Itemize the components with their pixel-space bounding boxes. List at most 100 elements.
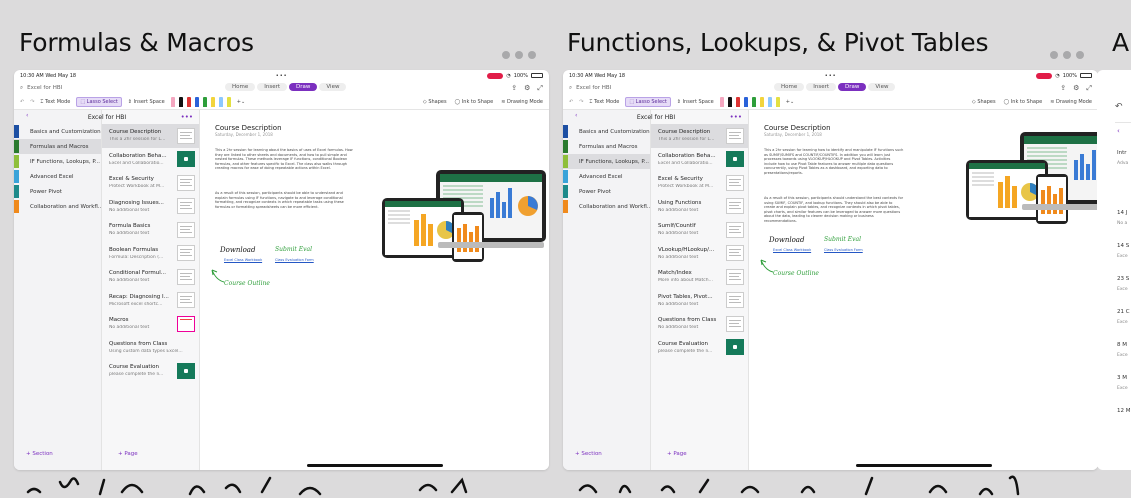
home-indicator[interactable] (306, 464, 443, 467)
pen-icon[interactable] (743, 97, 748, 107)
pen-icon[interactable] (194, 97, 199, 107)
search-icon[interactable]: ⌕ (569, 85, 572, 92)
eraser-icon[interactable] (170, 97, 175, 107)
highlighter-icon[interactable] (210, 97, 215, 107)
page-item[interactable]: Match/Index More info about Match... (651, 265, 748, 289)
pen-icon[interactable] (178, 97, 183, 107)
add-page-button[interactable]: + Page (118, 451, 138, 457)
lasso-select-button[interactable]: ⬚ Lasso Select (625, 97, 671, 107)
page-item[interactable]: Course Evaluation please complete the li.… (651, 336, 748, 360)
tab-draw[interactable]: Draw (289, 83, 318, 91)
pen-icon[interactable] (186, 97, 191, 107)
more-icon[interactable]: ••• (181, 113, 193, 121)
highlighter-icon[interactable] (775, 97, 780, 107)
settings-icon[interactable]: ⚙ (1073, 84, 1079, 93)
section-item[interactable]: IF Functions, Lookups, P... (563, 154, 650, 169)
redo-icon[interactable]: ↷ (30, 99, 34, 105)
multitask-dots-icon[interactable]: ••• (825, 73, 837, 79)
page-item[interactable]: Course Evaluation please complete the li.… (102, 359, 199, 383)
page-item[interactable]: SumIf/CountIf No additional text (651, 218, 748, 242)
lasso-select-button[interactable]: ⬚ Lasso Select (76, 97, 122, 107)
shapes-button[interactable]: ◇ Shapes (423, 99, 447, 105)
add-page-button[interactable]: + Page (667, 451, 687, 457)
eraser-icon[interactable] (719, 97, 724, 107)
page-item[interactable]: VLookup/HLookup/... No additional text (651, 242, 748, 266)
section-item[interactable]: Collaboration and Workfl... (563, 199, 650, 214)
tab-draw[interactable]: Draw (838, 83, 867, 91)
evaluation-link[interactable]: Class Evaluation Form (275, 258, 314, 262)
add-section-button[interactable]: + Section (26, 451, 53, 457)
search-field[interactable]: Excel for HBI (27, 85, 62, 91)
page-item[interactable]: Excel & Security Protect Workbook at M... (102, 171, 199, 195)
page-item[interactable]: Course Description This a 2hr session for… (102, 124, 199, 148)
page-item[interactable]: Collaboration Beha... Excel and Collabora… (102, 148, 199, 172)
page-item[interactable]: Collaboration Beha... Excel and Collabora… (651, 148, 748, 172)
add-pen-icon[interactable]: +⌄ (786, 99, 794, 105)
tab-insert[interactable]: Insert (806, 83, 837, 91)
share-icon[interactable]: ⇪ (1060, 84, 1066, 93)
page-item[interactable]: Course Description This a 2hr session for… (651, 124, 748, 148)
text-mode-button[interactable]: ⌶ Text Mode (589, 99, 619, 105)
highlighter-icon[interactable] (759, 97, 764, 107)
page-item[interactable]: Macros No additional text (102, 312, 199, 336)
app-window-card[interactable]: 10:30 AM Wed May 18 ••• ◔ 100% ⌕ Excel for HB… (14, 70, 549, 470)
page-item[interactable]: Boolean Formulas Formula: Description (..… (102, 242, 199, 266)
share-icon[interactable]: ⇪ (511, 84, 517, 93)
insert-space-button[interactable]: ⇕ Insert Space (677, 99, 714, 105)
section-item[interactable]: Advanced Excel (563, 169, 650, 184)
page-item[interactable]: Formula Basics No additional text (102, 218, 199, 242)
section-item[interactable]: Power Pivot (14, 184, 101, 199)
app-window-card-peek[interactable]: ↶ ‹ Intr Adva 14 J No a 14 S Exce 23 S Exce 21 C… (1097, 70, 1131, 470)
section-item[interactable]: Basics and Customization (563, 124, 650, 139)
home-indicator[interactable] (855, 464, 992, 467)
evaluation-link[interactable]: Class Evaluation Form (824, 248, 863, 252)
pen-icon[interactable] (735, 97, 740, 107)
note-canvas[interactable]: Course Description Saturday, December 1, … (200, 110, 549, 470)
section-item[interactable]: Advanced Excel (14, 169, 101, 184)
page-item[interactable]: Pivot Tables, Pivot... No additional text (651, 289, 748, 313)
search-icon[interactable]: ⌕ (20, 85, 23, 92)
redo-icon[interactable]: ↷ (579, 99, 583, 105)
expand-icon[interactable]: ⤢ (1086, 84, 1092, 93)
ink-to-shape-button[interactable]: ◯ Ink to Shape (455, 99, 494, 105)
expand-icon[interactable]: ⤢ (537, 84, 543, 93)
undo-icon[interactable]: ↶ (569, 99, 573, 105)
app-window-card[interactable]: 10:30 AM Wed May 18 ••• ◔ 100% ⌕ Excel for HB… (563, 70, 1098, 470)
pen-icon[interactable] (751, 97, 756, 107)
drawing-mode-button[interactable]: ≋ Drawing Mode (501, 99, 543, 105)
tab-home[interactable]: Home (774, 83, 805, 91)
tab-view[interactable]: View (868, 83, 896, 91)
more-icon[interactable]: ••• (730, 113, 742, 121)
page-item[interactable]: Conditional Formul... No additional text (102, 265, 199, 289)
text-mode-button[interactable]: ⌶ Text Mode (40, 99, 70, 105)
insert-space-button[interactable]: ⇕ Insert Space (128, 99, 165, 105)
workbook-link[interactable]: Excel Class Workbook (224, 258, 262, 262)
section-item[interactable]: IF Functions, Lookups, P... (14, 154, 101, 169)
workbook-link[interactable]: Excel Class Workbook (773, 248, 811, 252)
card-more-icon[interactable] (502, 51, 536, 59)
section-item[interactable]: Formulas and Macros (14, 139, 101, 154)
highlighter-icon[interactable] (218, 97, 223, 107)
search-field[interactable]: Excel for HBI (576, 85, 611, 91)
section-item[interactable]: Collaboration and Workfl... (14, 199, 101, 214)
settings-icon[interactable]: ⚙ (524, 84, 530, 93)
note-canvas[interactable]: Course Description Saturday, December 1, … (749, 110, 1098, 470)
multitask-dots-icon[interactable]: ••• (276, 73, 288, 79)
pen-icon[interactable] (202, 97, 207, 107)
tab-insert[interactable]: Insert (257, 83, 288, 91)
drawing-mode-button[interactable]: ≋ Drawing Mode (1050, 99, 1092, 105)
card-more-icon[interactable] (1050, 51, 1084, 59)
section-item[interactable]: Power Pivot (563, 184, 650, 199)
highlighter-icon[interactable] (767, 97, 772, 107)
page-item[interactable]: Excel & Security Protect Workbook at M... (651, 171, 748, 195)
tab-home[interactable]: Home (225, 83, 256, 91)
page-item[interactable]: Questions from Class No additional text (651, 312, 748, 336)
page-item[interactable]: Recap: Diagnosing I... Microsoft excel sh… (102, 289, 199, 313)
ink-to-shape-button[interactable]: ◯ Ink to Shape (1004, 99, 1043, 105)
highlighter-icon[interactable] (226, 97, 231, 107)
page-item[interactable]: Questions from Class Using custom data ty… (102, 336, 199, 360)
page-item[interactable]: Using Functions No additional text (651, 195, 748, 219)
page-item[interactable]: Diagnosing Issues... No additional text (102, 195, 199, 219)
add-section-button[interactable]: + Section (575, 451, 602, 457)
tab-view[interactable]: View (319, 83, 347, 91)
